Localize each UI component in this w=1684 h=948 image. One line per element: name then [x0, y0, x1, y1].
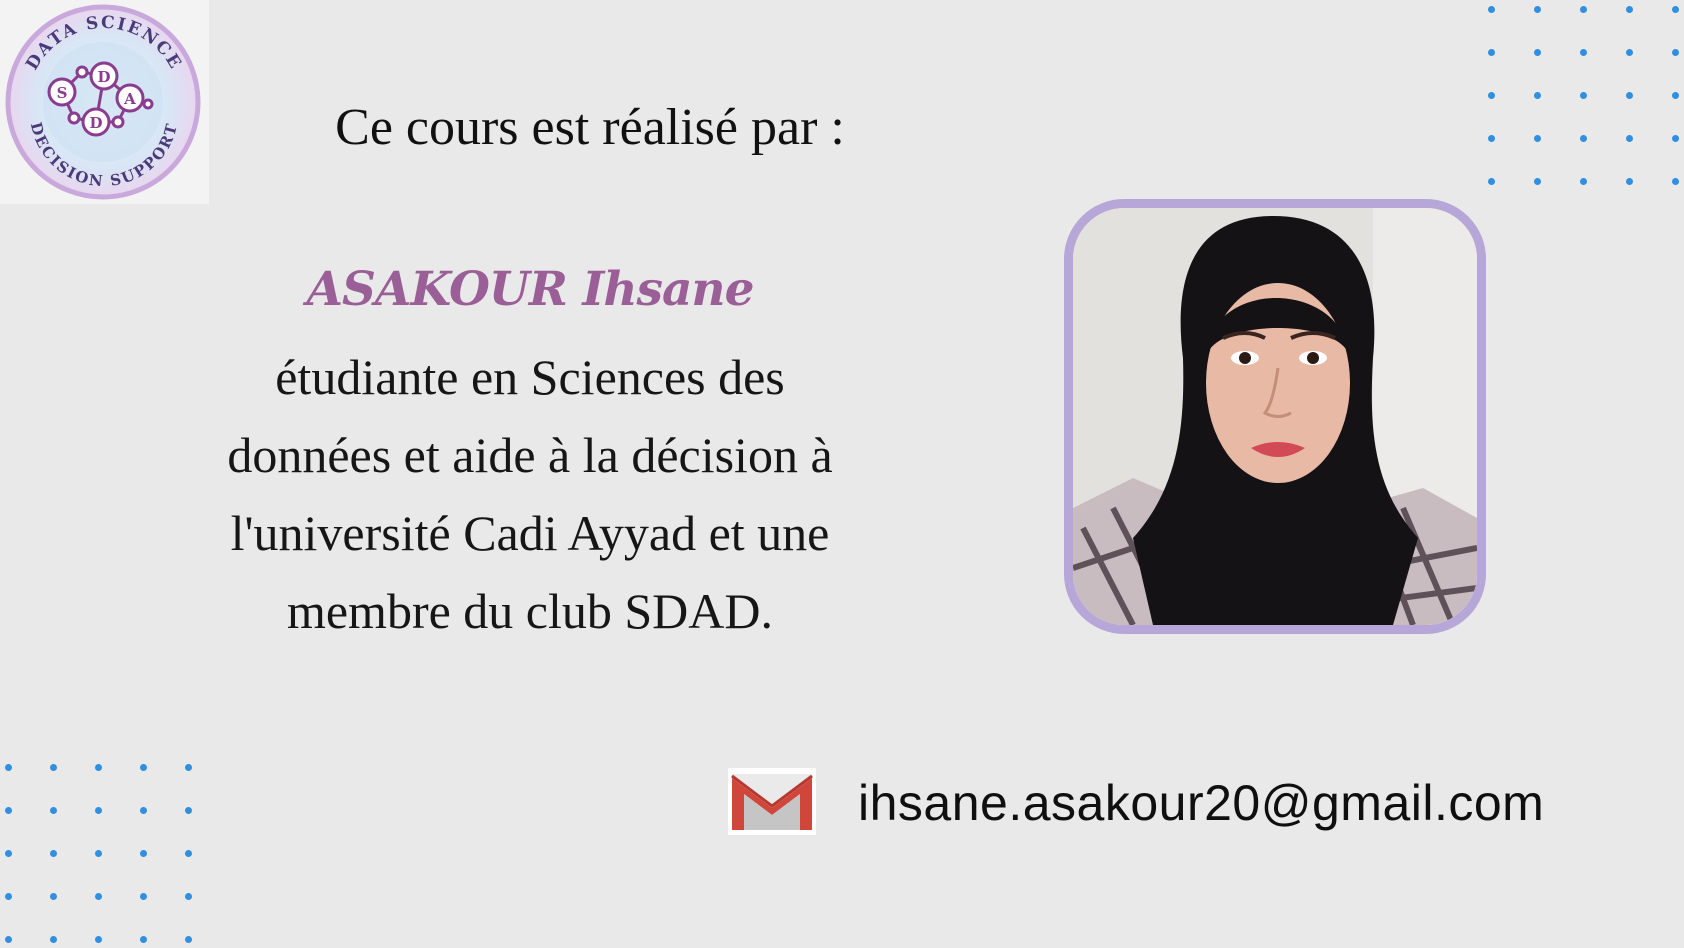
- decorative-dots-top-right: [1488, 6, 1684, 186]
- decorative-dot: [140, 764, 147, 771]
- sdad-logo-icon: DATA SCIENCE DECISION SUPPORT S D A D: [5, 4, 201, 200]
- decorative-dot: [1626, 6, 1633, 13]
- logo-letter-a: A: [123, 90, 136, 108]
- decorative-dot: [1580, 135, 1587, 142]
- decorative-dot: [1534, 135, 1541, 142]
- description-line: l'université Cadi Ayyad et une: [230, 505, 830, 561]
- logo-letter-s: S: [57, 84, 68, 102]
- decorative-dot: [5, 936, 12, 943]
- slide: DATA SCIENCE DECISION SUPPORT S D A D Ce…: [0, 0, 1684, 948]
- decorative-dot: [95, 893, 102, 900]
- decorative-dot: [1672, 6, 1679, 13]
- decorative-dot: [1580, 49, 1587, 56]
- decorative-dot: [1488, 49, 1495, 56]
- decorative-dot: [185, 807, 192, 814]
- description-line: données et aide à la décision à: [227, 427, 833, 483]
- decorative-dot: [95, 807, 102, 814]
- decorative-dot: [1580, 92, 1587, 99]
- decorative-dot: [1672, 49, 1679, 56]
- decorative-dot: [1626, 178, 1633, 185]
- decorative-dot: [1672, 135, 1679, 142]
- gmail-icon[interactable]: [728, 768, 816, 835]
- headline: Ce cours est réalisé par :: [335, 99, 845, 156]
- decorative-dot: [5, 850, 12, 857]
- decorative-dot: [185, 850, 192, 857]
- description-line: membre du club SDAD.: [286, 583, 774, 639]
- decorative-dot: [1534, 178, 1541, 185]
- decorative-dot: [95, 936, 102, 943]
- author-description: étudiante en Sciences des données et aid…: [150, 338, 910, 650]
- decorative-dot: [1672, 178, 1679, 185]
- decorative-dot: [1534, 6, 1541, 13]
- decorative-dot: [95, 850, 102, 857]
- club-logo: DATA SCIENCE DECISION SUPPORT S D A D: [0, 0, 209, 204]
- decorative-dot: [1580, 6, 1587, 13]
- decorative-dot: [5, 893, 12, 900]
- decorative-dot: [50, 850, 57, 857]
- description-line: étudiante en Sciences des: [275, 349, 785, 405]
- portrait-image: [1073, 208, 1477, 625]
- decorative-dot: [185, 893, 192, 900]
- decorative-dot: [140, 893, 147, 900]
- decorative-dot: [1672, 92, 1679, 99]
- decorative-dot: [185, 936, 192, 943]
- decorative-dot: [1534, 49, 1541, 56]
- decorative-dot: [1580, 178, 1587, 185]
- decorative-dot: [185, 764, 192, 771]
- decorative-dot: [50, 764, 57, 771]
- decorative-dot: [140, 807, 147, 814]
- logo-letter-d2: D: [89, 114, 102, 132]
- decorative-dot: [5, 764, 12, 771]
- decorative-dot: [50, 807, 57, 814]
- decorative-dot: [95, 764, 102, 771]
- decorative-dot: [1488, 178, 1495, 185]
- decorative-dot: [140, 936, 147, 943]
- decorative-dot: [1626, 49, 1633, 56]
- decorative-dot: [50, 893, 57, 900]
- decorative-dot: [50, 936, 57, 943]
- decorative-dots-bottom-left: [5, 764, 195, 948]
- decorative-dot: [1534, 92, 1541, 99]
- decorative-dot: [1626, 135, 1633, 142]
- logo-letter-d1: D: [97, 68, 110, 86]
- email-address[interactable]: ihsane.asakour20@gmail.com: [858, 774, 1544, 832]
- decorative-dot: [1488, 135, 1495, 142]
- decorative-dot: [1488, 6, 1495, 13]
- decorative-dot: [140, 850, 147, 857]
- author-name: ASAKOUR Ihsane: [306, 262, 755, 317]
- author-photo: [1064, 199, 1486, 634]
- decorative-dot: [5, 807, 12, 814]
- decorative-dot: [1626, 92, 1633, 99]
- decorative-dot: [1488, 92, 1495, 99]
